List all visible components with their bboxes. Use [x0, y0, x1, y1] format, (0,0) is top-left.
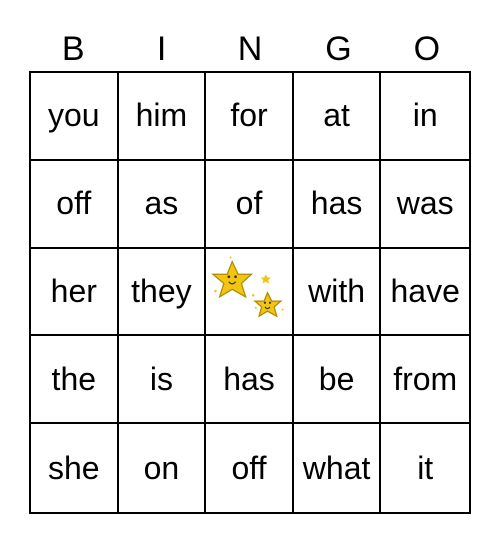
- bingo-cell[interactable]: as: [118, 160, 207, 249]
- bingo-cell[interactable]: you: [31, 73, 119, 161]
- bingo-cell[interactable]: at: [293, 73, 382, 161]
- free-space-cell[interactable]: [206, 248, 294, 337]
- bingo-cell[interactable]: in: [381, 73, 469, 161]
- header-letter-o: O: [413, 30, 441, 68]
- bingo-cell[interactable]: have: [381, 249, 469, 337]
- bingo-cell[interactable]: her: [31, 248, 119, 337]
- bingo-cell[interactable]: they: [118, 248, 207, 337]
- bingo-cell[interactable]: for: [206, 73, 294, 161]
- smiling-stars-icon: [211, 256, 284, 319]
- bingo-cell[interactable]: has: [293, 160, 382, 249]
- bingo-cell[interactable]: the: [31, 336, 119, 425]
- bingo-cell[interactable]: was: [381, 161, 469, 249]
- bingo-cell[interactable]: what: [294, 424, 382, 512]
- bingo-cell[interactable]: it: [381, 424, 469, 512]
- bingo-header: B I N G O: [29, 28, 471, 70]
- bingo-cell[interactable]: of: [206, 160, 294, 249]
- bingo-cell[interactable]: from: [381, 336, 469, 425]
- bingo-cell[interactable]: with: [293, 248, 382, 337]
- bingo-cell[interactable]: be: [293, 336, 382, 425]
- bingo-cell[interactable]: off: [206, 424, 294, 512]
- bingo-cell[interactable]: on: [119, 424, 207, 512]
- bingo-cell[interactable]: she: [31, 424, 119, 512]
- bingo-card-grid: you him for at in off as of has was her they with hav…: [29, 71, 471, 514]
- header-letter-g: G: [325, 30, 352, 68]
- header-letter-i: I: [156, 30, 167, 68]
- header-letter-n: N: [237, 30, 263, 68]
- bingo-cell[interactable]: is: [118, 336, 207, 425]
- bingo-cell[interactable]: him: [118, 73, 207, 161]
- bingo-cell[interactable]: off: [31, 160, 119, 249]
- header-letter-b: B: [61, 30, 85, 68]
- bingo-cell[interactable]: has: [206, 336, 294, 425]
